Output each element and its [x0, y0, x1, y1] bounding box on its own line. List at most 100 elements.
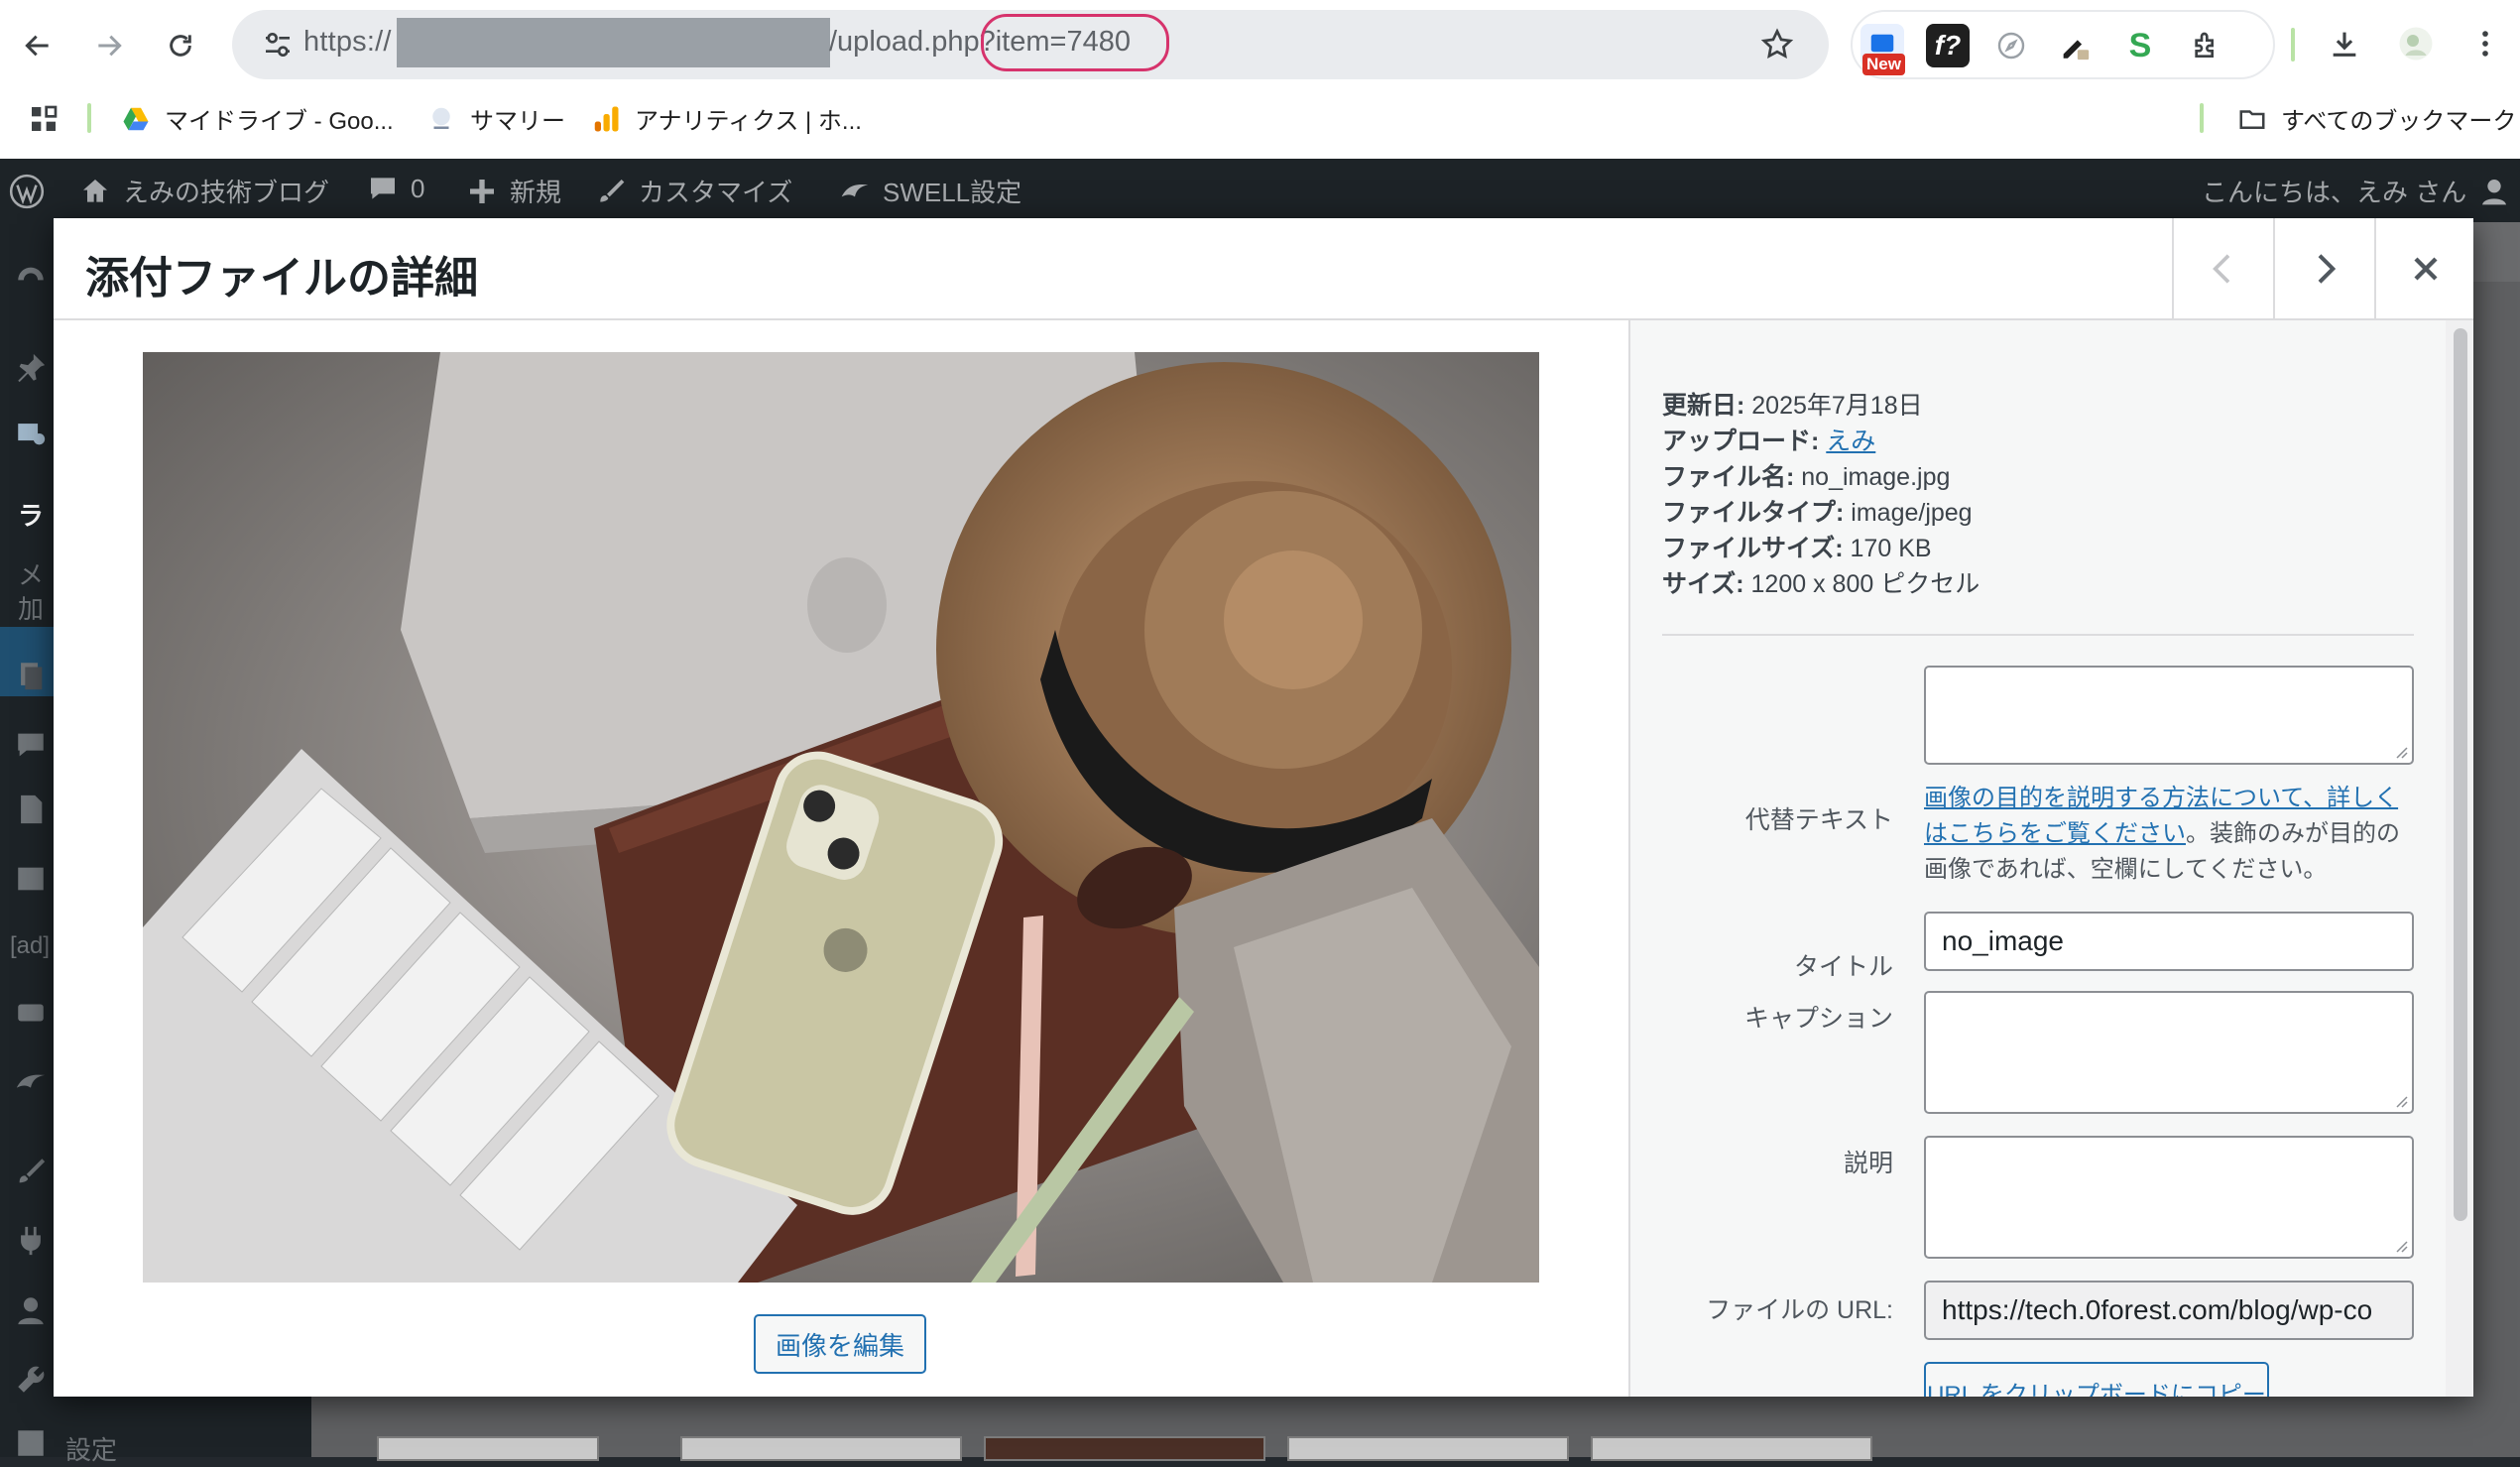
analytics-icon — [594, 106, 619, 131]
alt-text-field[interactable] — [1924, 666, 2414, 765]
extensions-area: New f? S — [1851, 10, 2275, 79]
account-menu[interactable]: こんにちは、えみ さん — [2202, 173, 2510, 209]
apps-grid-icon[interactable] — [28, 103, 60, 135]
close-modal-button[interactable] — [2374, 218, 2475, 318]
scrollbar-thumb[interactable] — [2454, 328, 2467, 1221]
close-icon — [2414, 256, 2438, 281]
page-icon[interactable] — [14, 793, 48, 826]
comments-link[interactable]: 0 — [367, 173, 424, 204]
media-thumbnail[interactable] — [1591, 1436, 1872, 1461]
modal-header: 添付ファイルの詳細 — [54, 218, 2473, 320]
tools-icon[interactable] — [14, 1363, 48, 1397]
resize-handle-icon[interactable] — [2394, 745, 2408, 759]
sidebar-media-label[interactable]: ラ — [18, 496, 44, 533]
new-label: 新規 — [510, 178, 562, 207]
dashboard-icon[interactable] — [14, 262, 48, 296]
site-name-link[interactable]: えみの技術ブログ — [79, 173, 329, 209]
media-thumbnail[interactable] — [377, 1436, 599, 1461]
all-bookmarks[interactable]: すべてのブックマーク — [2237, 101, 2516, 136]
pen-extension-icon[interactable] — [2053, 24, 2097, 67]
new-content-link[interactable]: 新規 — [466, 173, 561, 209]
settings-icon[interactable] — [14, 1426, 48, 1460]
alt-text-label: 代替テキスト — [1744, 806, 1893, 834]
bookmark-google-drive[interactable]: マイドライブ - Goo... — [121, 101, 394, 136]
bookmark-label: サマリー — [470, 108, 565, 135]
toolbar-separator — [2291, 28, 2295, 61]
bookmark-star-icon[interactable] — [1759, 27, 1795, 62]
plus-icon — [470, 179, 494, 203]
folder-icon — [2239, 109, 2265, 129]
url-query-highlight — [981, 14, 1169, 71]
card-icon[interactable] — [14, 996, 48, 1030]
resize-handle-icon[interactable] — [2394, 1239, 2408, 1253]
users-icon[interactable] — [14, 1293, 48, 1327]
sidebar-submenu-me[interactable]: メ — [18, 555, 44, 592]
info-pane-scrollbar[interactable] — [2446, 320, 2473, 1397]
sidebar-ad-label[interactable]: [ad] — [10, 932, 50, 960]
bookmark-label: アナリティクス | ホ... — [635, 108, 862, 135]
bookmark-summary[interactable]: サマリー — [426, 101, 565, 136]
pin-icon[interactable] — [14, 351, 48, 385]
chevron-right-icon — [2318, 253, 2337, 284]
customize-label: カスタマイズ — [639, 178, 793, 207]
compass-extension-icon[interactable] — [1989, 24, 2033, 67]
media-thumbnail[interactable] — [1287, 1436, 1569, 1461]
media-thumbnail[interactable] — [984, 1436, 1265, 1461]
description-field[interactable] — [1924, 1136, 2414, 1259]
swell-settings-link[interactable]: SWELL設定 — [839, 173, 1021, 209]
bookmark-analytics[interactable]: アナリティクス | ホ... — [591, 101, 862, 136]
profile-avatar-icon[interactable] — [2394, 22, 2438, 65]
next-attachment-button[interactable] — [2273, 218, 2374, 318]
appearance-icon[interactable] — [14, 1155, 48, 1188]
previous-attachment-button[interactable] — [2172, 218, 2273, 318]
comments-count: 0 — [411, 173, 425, 203]
pages-icon[interactable] — [14, 659, 48, 692]
plugins-icon[interactable] — [14, 1224, 48, 1258]
file-url-field[interactable]: https://tech.0forest.com/blog/wp-co — [1924, 1281, 2414, 1340]
media-thumbnail[interactable] — [680, 1436, 962, 1461]
table-icon[interactable] — [14, 862, 48, 896]
title-label: タイトル — [1793, 953, 1893, 981]
resize-handle-icon[interactable] — [2394, 1094, 2408, 1108]
s-extension-icon[interactable]: S — [2118, 24, 2162, 67]
address-bar[interactable]: https:// /upload.php?item=7480 — [232, 10, 1829, 79]
meta-filetype-value: image/jpeg — [1851, 499, 1973, 527]
edit-image-button[interactable]: 画像を編集 — [754, 1314, 926, 1374]
back-icon[interactable] — [14, 22, 61, 69]
bookmarks-separator-right — [2200, 103, 2204, 133]
copy-url-button[interactable]: URL をクリップボードにコピー — [1924, 1362, 2269, 1397]
reload-icon[interactable] — [157, 22, 204, 69]
sidebar-submenu-ka[interactable]: 加 — [18, 589, 44, 626]
bookmarks-bar: マイドライブ - Goo... サマリー アナリティクス | ホ... すべての… — [0, 95, 2520, 141]
uploader-link[interactable]: えみ — [1826, 428, 1875, 455]
customize-link[interactable]: カスタマイズ — [595, 173, 792, 209]
meta-filename-value: no_image.jpg — [1801, 463, 1951, 491]
caption-field[interactable] — [1924, 991, 2414, 1114]
caption-label: キャプション — [1743, 1005, 1893, 1033]
attachment-preview-pane: 画像を編集 — [54, 320, 1628, 1397]
url-redaction — [397, 18, 830, 67]
download-icon[interactable] — [2323, 22, 2366, 65]
user-avatar-icon — [2482, 179, 2507, 204]
sidebar-settings-label[interactable]: 設定 — [65, 1430, 117, 1467]
attachment-image — [143, 352, 1539, 1283]
wordpress-logo-icon[interactable] — [8, 173, 46, 210]
puzzle-extensions-icon[interactable] — [2184, 24, 2227, 67]
home-icon — [83, 179, 107, 202]
comments-icon[interactable] — [14, 728, 48, 762]
title-field[interactable]: no_image — [1924, 912, 2414, 971]
browser-menu-icon[interactable] — [2463, 22, 2507, 65]
swell-sidebar-icon[interactable] — [14, 1065, 48, 1099]
media-icon[interactable] — [14, 417, 48, 450]
google-drive-icon — [123, 107, 149, 130]
meta-filesize-value: 170 KB — [1850, 535, 1932, 562]
meta-updated-label: 更新日: — [1662, 392, 1745, 420]
swell-wave-icon — [841, 183, 869, 196]
extension-new-icon[interactable]: New — [1860, 24, 1905, 75]
function-extension-icon[interactable]: f? — [1926, 24, 1970, 67]
site-settings-icon[interactable] — [262, 29, 294, 61]
forward-icon[interactable] — [85, 22, 133, 69]
new-badge: New — [1862, 54, 1905, 75]
meta-updated: 更新日: 2025年7月18日 — [1662, 388, 1980, 424]
meta-updated-value: 2025年7月18日 — [1751, 392, 1923, 420]
